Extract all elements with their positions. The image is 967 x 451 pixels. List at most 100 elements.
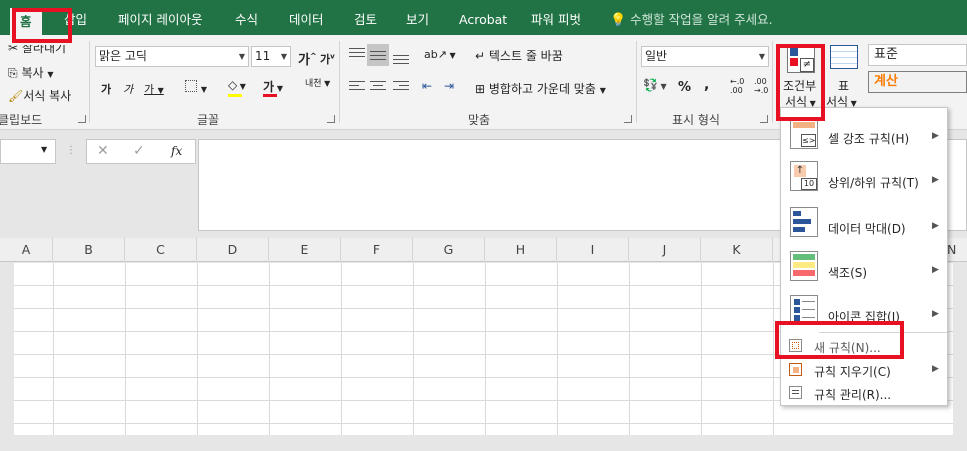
tab-review[interactable]: 검토 xyxy=(354,0,377,35)
accounting-format-button[interactable]: 💱 ▼ xyxy=(643,78,667,92)
italic-button[interactable]: 가 xyxy=(123,81,133,97)
underline-button[interactable]: 가 ▼ xyxy=(144,81,164,97)
column-gridline xyxy=(53,263,54,435)
decrease-indent-icon[interactable]: ⇤ xyxy=(422,79,432,93)
tab-power-pivot[interactable]: 파워 피벗 xyxy=(531,0,581,35)
resize-handle-icon[interactable]: ⋮ xyxy=(66,145,76,156)
column-gridline xyxy=(485,263,486,435)
column-header[interactable]: C xyxy=(125,238,197,262)
cell-style-calculation[interactable]: 계산 xyxy=(868,71,967,93)
fill-color-swatch xyxy=(228,94,242,97)
top-bottom-icon: ↑ 10 xyxy=(790,161,818,191)
icon-sets-icon xyxy=(790,295,818,325)
tell-me-box[interactable]: 💡 수행할 작업을 알려 주세요. xyxy=(610,0,773,35)
bold-button[interactable]: 가 xyxy=(101,81,111,97)
column-header[interactable]: I xyxy=(557,238,629,262)
font-color-button[interactable]: 가 ▼ xyxy=(263,78,283,97)
menu-item-new-rule[interactable]: 새 규칙(N)... xyxy=(781,335,947,357)
copy-icon: ⎘ xyxy=(8,66,18,80)
name-box[interactable]: ▼ xyxy=(0,139,56,164)
font-size-combo[interactable]: 11 ▼ xyxy=(251,46,291,67)
grow-font-button[interactable]: 가^ xyxy=(298,49,317,68)
font-name-combo[interactable]: 맑은 고딕 ▼ xyxy=(95,46,249,67)
tab-formulas[interactable]: 수식 xyxy=(235,0,258,35)
insert-function-icon[interactable]: fx xyxy=(171,144,182,158)
column-header[interactable]: H xyxy=(485,238,557,262)
cut-button[interactable]: ✂ 잘라내기 xyxy=(8,45,66,56)
align-right-icon[interactable] xyxy=(393,81,409,95)
tab-acrobat[interactable]: Acrobat xyxy=(459,0,507,35)
chevron-down-icon: ▼ xyxy=(41,145,48,154)
merge-center-button[interactable]: ⊞ 병합하고 가운데 맞춤 ▼ xyxy=(475,80,606,97)
fill-color-button[interactable]: ◇ ▼ xyxy=(228,78,246,97)
align-bottom-icon[interactable] xyxy=(393,55,409,69)
borders-button[interactable]: ▼ xyxy=(185,80,207,95)
conditional-format-icon: ≠ xyxy=(787,45,815,73)
menu-item-data-bars[interactable]: 데이터 막대(D) ▶ xyxy=(781,202,947,242)
align-center-icon[interactable] xyxy=(370,81,386,95)
align-top-icon[interactable] xyxy=(349,48,365,62)
wrap-text-button[interactable]: ↵ 텍스트 줄 바꿈 xyxy=(475,47,563,64)
column-header[interactable]: A xyxy=(0,238,53,262)
cell-style-normal[interactable]: 표준 xyxy=(868,44,967,66)
menu-item-highlight-cell-rules[interactable]: ≤> 셀 강조 규칙(H) ▶ xyxy=(781,114,947,154)
menu-item-icon-sets[interactable]: 아이콘 집합(I) ▶ xyxy=(781,290,947,330)
menu-item-manage-rules[interactable]: 규칙 관리(R)... xyxy=(781,382,947,404)
align-middle-icon[interactable] xyxy=(370,51,386,65)
chevron-right-icon: ▶ xyxy=(932,131,939,141)
column-header[interactable]: D xyxy=(197,238,269,262)
column-header[interactable]: K xyxy=(701,238,773,262)
tab-view[interactable]: 보기 xyxy=(406,0,429,35)
percent-button[interactable]: % xyxy=(678,80,691,95)
column-header[interactable]: F xyxy=(341,238,413,262)
format-painter-button[interactable]: 🖌서식 복사 xyxy=(8,87,71,104)
color-scales-icon xyxy=(790,251,818,281)
phonetic-button[interactable]: 내천 ▼ xyxy=(305,79,330,89)
conditional-formatting-button[interactable]: ≠ 조건부 서식 ▼ xyxy=(783,41,823,113)
column-header[interactable]: G xyxy=(413,238,485,262)
chevron-right-icon: ▶ xyxy=(932,309,939,319)
conditional-formatting-menu: ≤> 셀 강조 규칙(H) ▶ ↑ 10 상위/하위 규칙(T) ▶ 데이터 막… xyxy=(780,107,948,406)
tab-home[interactable]: 홈 xyxy=(10,8,42,35)
menu-item-clear-rules[interactable]: 규칙 지우기(C) ▶ xyxy=(781,359,947,381)
format-as-table-button[interactable]: 표 서식 ▼ xyxy=(826,41,864,113)
merge-icon: ⊞ xyxy=(475,82,486,96)
formula-buttons: ✕ ✓ fx xyxy=(86,139,196,164)
tab-data[interactable]: 데이터 xyxy=(289,0,324,35)
tab-insert[interactable]: 삽입 xyxy=(64,0,87,35)
ribbon-tab-bar: 홈 삽입 페이지 레이아웃 수식 데이터 검토 보기 Acrobat 파워 피벗… xyxy=(0,0,967,35)
tab-page-layout[interactable]: 페이지 레이아웃 xyxy=(118,0,202,35)
decrease-decimal-button[interactable]: .00 →.0 xyxy=(754,77,768,95)
group-divider xyxy=(772,41,773,123)
increase-decimal-button[interactable]: ←.0.00 xyxy=(730,77,744,95)
copy-button[interactable]: ⎘ 복사 ▼ xyxy=(8,64,54,81)
column-gridline xyxy=(557,263,558,435)
number-format-combo[interactable]: 일반 ▼ xyxy=(641,46,769,67)
column-gridline xyxy=(341,263,342,435)
column-header[interactable]: B xyxy=(53,238,125,262)
orientation-button[interactable]: ab↗ ▼ xyxy=(424,48,456,61)
clear-rules-icon xyxy=(789,363,802,376)
manage-rules-icon xyxy=(789,386,802,399)
column-gridline xyxy=(701,263,702,435)
comma-button[interactable]: , xyxy=(704,77,709,93)
enter-icon[interactable]: ✓ xyxy=(133,143,145,159)
column-gridline xyxy=(629,263,630,435)
column-header[interactable]: J xyxy=(629,238,701,262)
paint-bucket-icon: ◇ xyxy=(228,78,238,92)
column-gridline xyxy=(197,263,198,435)
increase-indent-icon[interactable]: ⇥ xyxy=(444,79,454,93)
alignment-launcher-icon[interactable] xyxy=(624,115,632,123)
cancel-icon[interactable]: ✕ xyxy=(97,143,109,159)
number-launcher-icon[interactable] xyxy=(760,115,768,123)
align-left-icon[interactable] xyxy=(349,81,365,95)
clipboard-launcher-icon[interactable] xyxy=(78,115,86,123)
group-divider xyxy=(89,41,90,123)
column-header[interactable]: E xyxy=(269,238,341,262)
new-rule-icon xyxy=(789,339,802,352)
menu-item-color-scales[interactable]: 색조(S) ▶ xyxy=(781,246,947,286)
column-gridline xyxy=(125,263,126,435)
font-launcher-icon[interactable] xyxy=(327,115,335,123)
menu-item-top-bottom-rules[interactable]: ↑ 10 상위/하위 규칙(T) ▶ xyxy=(781,158,947,198)
shrink-font-button[interactable]: 가v xyxy=(320,51,335,67)
